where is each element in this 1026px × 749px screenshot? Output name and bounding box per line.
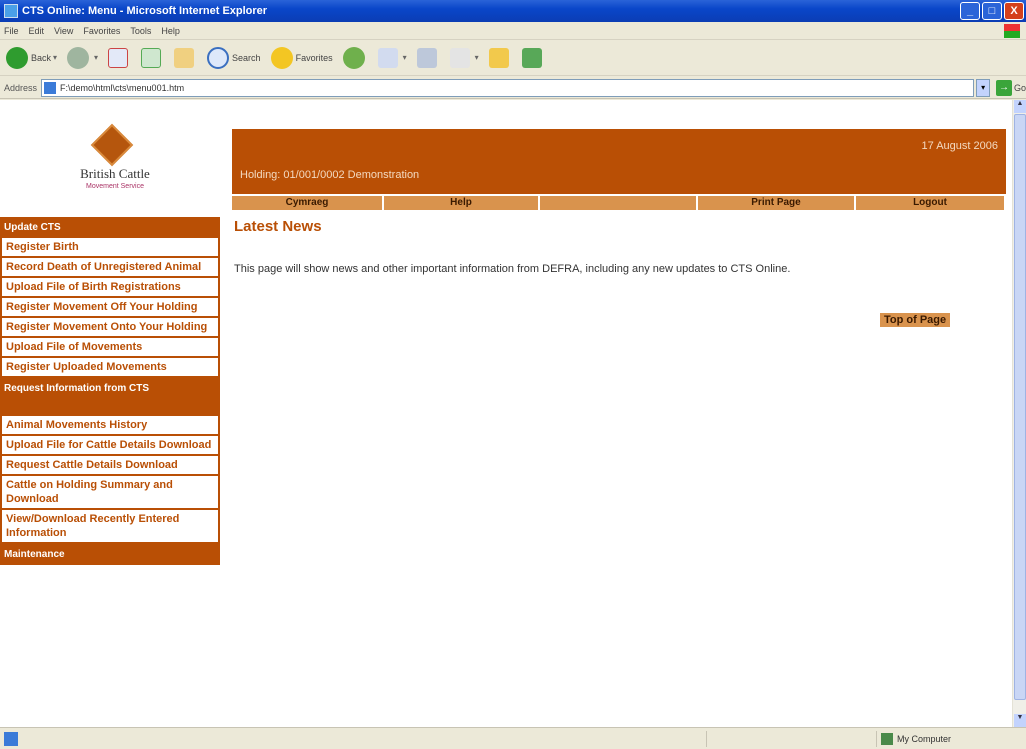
search-icon [207, 46, 230, 69]
nav-blank [540, 196, 696, 210]
logo-subtitle: Movement Service [86, 183, 144, 190]
menu-bar: File Edit View Favorites Tools Help [0, 22, 1026, 40]
scroll-thumb[interactable] [1014, 114, 1026, 700]
chevron-down-icon: ▾ [53, 53, 58, 62]
forward-arrow-icon [67, 46, 90, 69]
news-body: This page will show news and other impor… [234, 263, 791, 275]
edit-icon [449, 47, 470, 68]
sidebar-item-cattle-on-holding[interactable]: Cattle on Holding Summary and Download [0, 476, 220, 510]
sidebar-item-movements-history[interactable]: Animal Movements History [0, 416, 220, 436]
sidebar-heading-update: Update CTS [0, 217, 220, 238]
zone-label: My Computer [897, 733, 952, 744]
window-titlebar: CTS Online: Menu - Microsoft Internet Ex… [0, 0, 1026, 22]
nav-logout[interactable]: Logout [856, 196, 1004, 210]
bcms-logo-icon [90, 123, 134, 167]
messenger-button[interactable] [521, 47, 545, 68]
menu-edit[interactable]: Edit [29, 26, 45, 36]
home-icon [174, 47, 195, 68]
stop-button[interactable] [108, 47, 131, 68]
menu-view[interactable]: View [54, 26, 73, 36]
header-date: 17 August 2006 [921, 140, 998, 152]
sidebar-heading-request: Request Information from CTS [0, 378, 220, 416]
maximize-button[interactable]: □ [982, 2, 1002, 20]
search-button[interactable]: Search [207, 46, 261, 69]
go-arrow-icon[interactable]: → [996, 79, 1012, 96]
sidebar-item-request-cattle-details[interactable]: Request Cattle Details Download [0, 456, 220, 476]
print-button[interactable] [416, 47, 440, 68]
minimize-button[interactable]: _ [960, 2, 980, 20]
page-viewport: British Cattle Movement Service Update C… [0, 100, 1012, 727]
sidebar-item-record-death[interactable]: Record Death of Unregistered Animal [0, 258, 220, 278]
messenger-icon [521, 47, 542, 68]
nav-cymraeg[interactable]: Cymraeg [232, 196, 382, 210]
folder-button[interactable] [488, 47, 512, 68]
sidebar-item-upload-births[interactable]: Upload File of Birth Registrations [0, 278, 220, 298]
refresh-button[interactable] [141, 47, 164, 68]
chevron-down-icon: ▾ [474, 53, 479, 62]
back-arrow-icon [6, 46, 28, 69]
address-dropdown-button[interactable]: ▾ [976, 78, 991, 97]
windows-flag-icon [1004, 23, 1020, 38]
folder-icon [488, 47, 509, 68]
history-button[interactable] [342, 46, 368, 69]
chevron-down-icon: ▾ [402, 53, 407, 62]
header-holding: Holding: 01/001/0002 Demonstration [240, 169, 420, 181]
scroll-down-icon[interactable]: ▼ [1014, 714, 1026, 727]
favorites-button[interactable]: Favorites [270, 46, 333, 69]
toolbar: Back ▾ ▾ Search Favorites ▾ ▾ [0, 40, 1026, 76]
mail-button[interactable]: ▾ [377, 47, 407, 68]
sidebar-item-register-birth[interactable]: Register Birth [0, 238, 220, 258]
sidebar-item-register-uploaded[interactable]: Register Uploaded Movements [0, 358, 220, 378]
address-bar: Address F:\demo\html\cts\menu001.htm ▾ →… [0, 77, 1026, 99]
page-icon [44, 81, 57, 94]
home-button[interactable] [174, 47, 197, 68]
menu-tools[interactable]: Tools [130, 26, 151, 36]
go-button[interactable]: Go [1014, 83, 1026, 93]
top-of-page-link[interactable]: Top of Page [880, 313, 951, 327]
ie-icon [4, 4, 18, 18]
computer-icon [881, 732, 893, 745]
vertical-scrollbar[interactable]: ▲ ▼ [1012, 100, 1026, 727]
back-button[interactable]: Back ▾ [6, 46, 58, 69]
print-icon [416, 47, 437, 68]
sidebar-item-movement-off[interactable]: Register Movement Off Your Holding [0, 298, 220, 318]
address-value: F:\demo\html\cts\menu001.htm [60, 82, 185, 93]
sidebar-item-upload-movements[interactable]: Upload File of Movements [0, 338, 220, 358]
window-title: CTS Online: Menu - Microsoft Internet Ex… [22, 5, 268, 17]
sidebar: Update CTS Register Birth Record Death o… [0, 217, 220, 565]
history-icon [342, 46, 365, 69]
nav-help[interactable]: Help [384, 196, 538, 210]
main-header: 17 August 2006 Holding: 01/001/0002 Demo… [232, 129, 1006, 194]
star-icon [270, 46, 293, 69]
address-input[interactable]: F:\demo\html\cts\menu001.htm [41, 78, 975, 97]
scroll-up-icon[interactable]: ▲ [1014, 100, 1026, 113]
menu-file[interactable]: File [4, 26, 19, 36]
status-bar: My Computer [0, 727, 1026, 749]
status-segment [706, 730, 876, 747]
security-zone: My Computer [876, 730, 1026, 747]
address-label: Address [4, 82, 38, 93]
close-button[interactable]: X [1004, 2, 1024, 20]
bcms-logo: British Cattle Movement Service [0, 100, 230, 215]
menu-help[interactable]: Help [161, 26, 180, 36]
logo-name: British Cattle [80, 166, 150, 181]
forward-button[interactable]: ▾ [67, 46, 99, 69]
refresh-icon [141, 47, 162, 68]
chevron-down-icon: ▾ [94, 53, 99, 62]
nav-print-page[interactable]: Print Page [698, 196, 854, 210]
page-done-icon [4, 731, 18, 746]
top-nav: Cymraeg Help Print Page Logout [232, 196, 1006, 210]
sidebar-item-view-download-recent[interactable]: View/Download Recently Entered Informati… [0, 510, 220, 544]
stop-icon [108, 47, 129, 68]
sidebar-item-movement-onto[interactable]: Register Movement Onto Your Holding [0, 318, 220, 338]
mail-icon [377, 47, 398, 68]
menu-favorites[interactable]: Favorites [83, 26, 120, 36]
edit-button[interactable]: ▾ [449, 47, 479, 68]
sidebar-item-upload-cattle-details[interactable]: Upload File for Cattle Details Download [0, 436, 220, 456]
sidebar-heading-maintenance: Maintenance [0, 544, 220, 565]
page-title: Latest News [234, 218, 322, 235]
